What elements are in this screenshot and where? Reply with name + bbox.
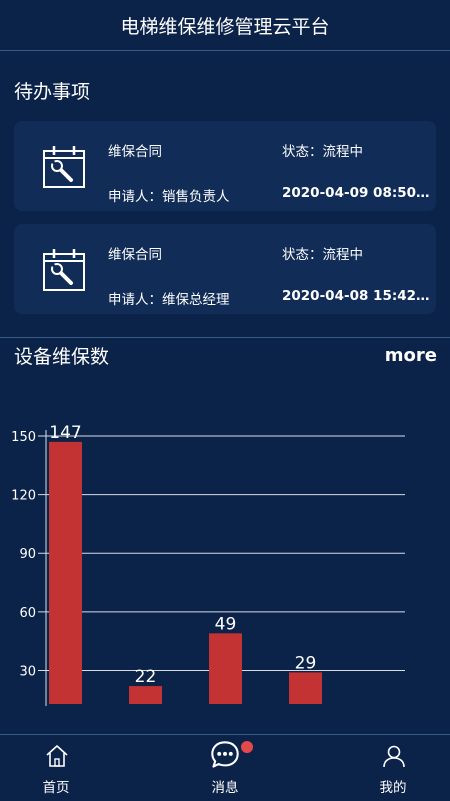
todo-card[interactable]: 维保合同 状态：流程中 申请人：销售负责人 2020-04-09 08:50:3…: [14, 121, 436, 211]
chart-y-tick-label: 150: [11, 430, 36, 445]
todo-card[interactable]: 维保合同 状态：流程中 申请人：维保总经理 2020-04-08 15:42:1…: [14, 224, 436, 314]
equipment-bar-chart: 30 60 90 120 150 147 22 49 29: [11, 423, 405, 706]
equipment-section-title: 设备维保数: [14, 346, 110, 368]
todo-status: 状态：流程中: [282, 247, 363, 263]
home-icon: [46, 745, 68, 767]
todo-type: 维保合同: [108, 247, 162, 263]
todo-applicant: 申请人：销售负责人: [108, 189, 230, 205]
more-link[interactable]: more: [385, 345, 437, 366]
chart-y-tick-label: 120: [11, 489, 36, 504]
todo-time: 2020-04-08 15:42:18: [282, 288, 430, 304]
chart-y-tick-label: 90: [19, 547, 36, 562]
tab-mine[interactable]: 我的: [348, 735, 438, 801]
section-divider: [0, 337, 450, 338]
chart-bar: [49, 441, 82, 704]
app-title: 电梯维保维修管理云平台: [120, 15, 330, 38]
chart-bar: [129, 686, 162, 704]
contract-wrench-icon: [43, 249, 85, 291]
contract-wrench-icon: [43, 146, 85, 188]
chart-data-label: 49: [215, 614, 237, 634]
message-badge: [241, 741, 253, 753]
chart-bar: [289, 672, 322, 704]
app-header: 电梯维保维修管理云平台: [0, 0, 450, 51]
message-icon: [211, 741, 239, 768]
chart-bar: [209, 633, 242, 704]
user-icon: [383, 745, 405, 768]
todo-section-title: 待办事项: [14, 81, 91, 103]
chart-data-label: 147: [49, 423, 81, 443]
chart-y-tick-label: 30: [19, 664, 36, 679]
tab-messages[interactable]: 消息: [180, 735, 270, 801]
chart-y-tick-label: 60: [19, 606, 36, 621]
todo-time: 2020-04-09 08:50:32: [282, 185, 430, 201]
todo-applicant: 申请人：维保总经理: [108, 292, 230, 308]
chart-data-label: 22: [135, 667, 157, 687]
todo-type: 维保合同: [108, 144, 162, 160]
bottom-tab-bar: 首页 消息 我的: [0, 734, 450, 801]
tab-home-label: 首页: [42, 780, 70, 796]
tab-home[interactable]: 首页: [11, 735, 101, 801]
todo-status: 状态：流程中: [282, 144, 363, 160]
tab-mine-label: 我的: [379, 780, 407, 796]
tab-messages-label: 消息: [211, 780, 239, 796]
chart-data-label: 29: [295, 653, 317, 673]
